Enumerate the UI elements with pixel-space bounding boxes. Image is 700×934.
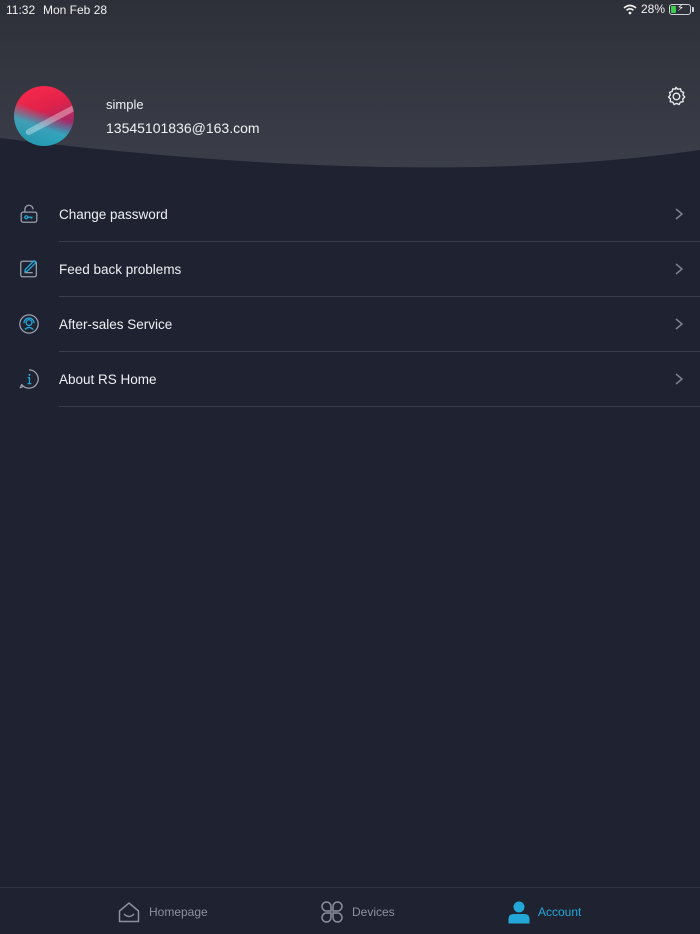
home-icon (118, 901, 140, 922)
status-bar: 11:32 Mon Feb 28 28% ⚡ (0, 0, 700, 20)
status-indicators: 28% ⚡ (623, 2, 694, 16)
chevron-right-icon (675, 373, 684, 385)
edit-note-icon (20, 260, 37, 278)
chevron-right-icon (675, 208, 684, 220)
user-name: simple (106, 97, 144, 112)
header-background (0, 0, 700, 168)
divider (59, 406, 700, 407)
user-email: 13545101836@163.com (106, 120, 260, 136)
menu-item-after-sales[interactable]: After-sales Service (0, 297, 700, 352)
battery-tip (692, 6, 694, 12)
settings-gear-icon[interactable] (665, 85, 687, 107)
tab-devices[interactable]: Devices (320, 888, 395, 934)
status-date: Mon Feb 28 (43, 3, 108, 17)
menu-item-change-password[interactable]: Change password (0, 187, 700, 242)
tab-label: Devices (352, 904, 395, 919)
tab-label: Account (538, 904, 582, 919)
tab-bar: Homepage Devices Account (0, 887, 700, 934)
menu-item-label: Change password (59, 207, 168, 222)
profile-header: 11:32 Mon Feb 28 28% ⚡ simple 1354510183… (0, 0, 700, 180)
devices-icon (321, 900, 343, 923)
user-icon (508, 901, 530, 923)
unlock-icon (20, 204, 38, 223)
avatar[interactable] (14, 86, 74, 146)
menu-item-label: After-sales Service (59, 317, 173, 332)
menu-item-label: About RS Home (59, 372, 157, 387)
chevron-right-icon (675, 263, 684, 275)
battery-percent: 28% (640, 2, 665, 16)
status-time: 11:32 (6, 3, 36, 17)
account-menu: Change password Feed back problems After… (0, 187, 700, 407)
tab-homepage[interactable]: Homepage (117, 888, 208, 934)
tab-label: Homepage (149, 904, 208, 919)
tab-account[interactable]: Account (508, 888, 581, 934)
chevron-right-icon (675, 318, 684, 330)
wifi-icon (623, 4, 637, 14)
menu-item-label: Feed back problems (59, 262, 182, 277)
battery-icon: ⚡ (669, 3, 691, 15)
info-icon (19, 369, 39, 389)
support-agent-icon (19, 314, 39, 334)
menu-item-about[interactable]: About RS Home (0, 352, 700, 407)
menu-item-feedback[interactable]: Feed back problems (0, 242, 700, 297)
